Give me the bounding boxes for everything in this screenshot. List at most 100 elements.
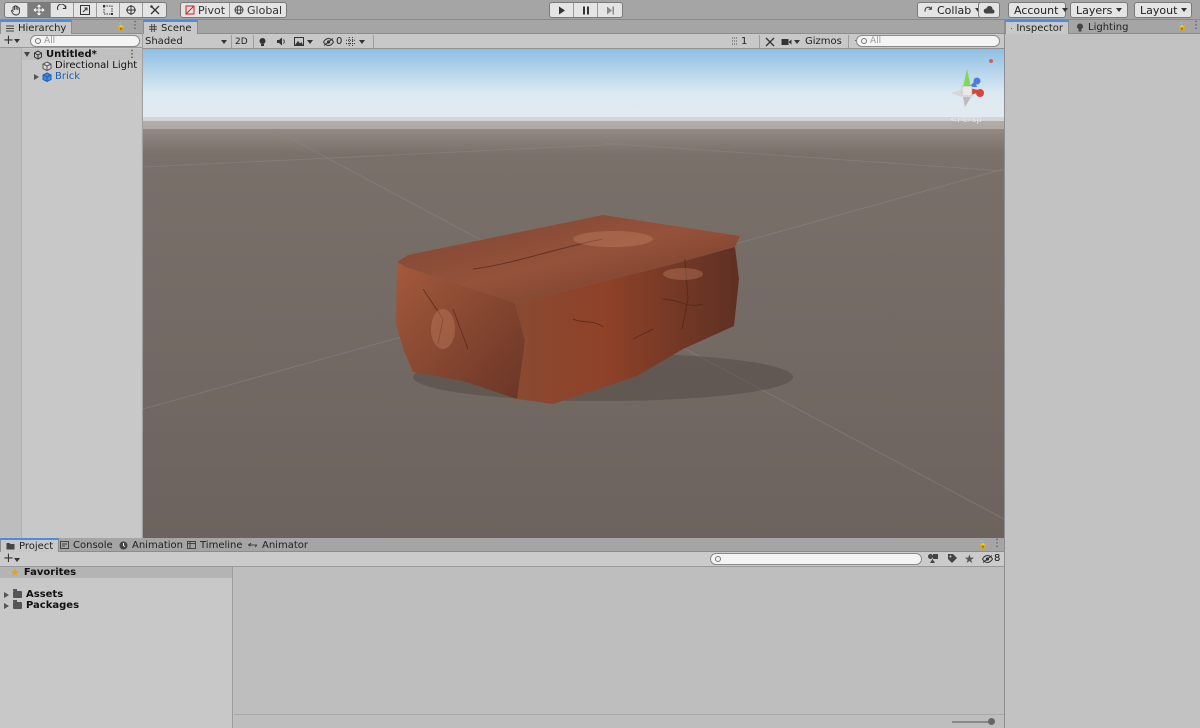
toggle-2d-button[interactable]: 2D	[235, 34, 248, 49]
light-bulb-icon	[259, 37, 266, 46]
scene-menu-icon[interactable]: ⋮	[127, 49, 137, 60]
hand-icon	[11, 5, 20, 16]
favorites-header[interactable]: ★ Favorites	[0, 566, 232, 579]
project-search-input[interactable]	[710, 553, 922, 565]
hierarchy-item-directional-light[interactable]: Directional Light	[42, 60, 137, 71]
video-camera-icon	[781, 38, 792, 45]
tab-inspector[interactable]: Inspector	[1005, 20, 1069, 34]
scene-root-row[interactable]: Untitled* ⋮	[22, 49, 141, 60]
hand-tool-button[interactable]	[5, 3, 28, 17]
audio-toggle[interactable]	[276, 34, 286, 49]
eye-hidden-icon	[323, 37, 334, 46]
hierarchy-item-label: Directional Light	[55, 60, 138, 71]
icon-size-slider[interactable]	[952, 718, 995, 725]
hierarchy-search-input[interactable]: All	[30, 35, 140, 47]
lock-icon[interactable]: 🔒	[116, 22, 126, 31]
rotate-tool-button[interactable]	[51, 3, 74, 17]
tab-animator[interactable]: Animator	[243, 538, 313, 552]
layout-dropdown[interactable]: Layout	[1134, 2, 1192, 18]
expand-arrow-icon[interactable]	[4, 591, 9, 598]
project-asset-area[interactable]	[234, 567, 1004, 728]
tab-animation[interactable]: Animation	[114, 538, 188, 552]
more-menu-icon[interactable]: ⋮	[1191, 20, 1200, 31]
tab-hierarchy-label: Hierarchy	[18, 22, 67, 34]
scene-viewport[interactable]: <Persp	[143, 49, 1004, 538]
info-icon	[1011, 27, 1013, 29]
animation-clock-icon	[119, 541, 128, 549]
wrench-icon	[765, 37, 775, 46]
prefab-cube-icon	[42, 71, 52, 82]
tab-scene-label: Scene	[161, 22, 192, 34]
gizmos-label: Gizmos	[805, 36, 842, 47]
expand-arrow-icon[interactable]	[4, 602, 9, 609]
lighting-toggle[interactable]	[258, 34, 267, 49]
chevron-down-icon[interactable]	[14, 558, 20, 562]
cloud-button[interactable]	[978, 2, 1000, 18]
favorite-star-button[interactable]: ★	[964, 552, 975, 566]
scale-icon	[80, 5, 90, 15]
search-by-type-button[interactable]	[927, 553, 939, 567]
play-button[interactable]	[550, 3, 574, 17]
pivot-toggle[interactable]: Pivot	[181, 3, 231, 17]
search-icon	[715, 556, 721, 562]
rect-tool-button[interactable]	[97, 3, 120, 17]
move-tool-button[interactable]	[28, 3, 51, 17]
scale-tool-button[interactable]	[74, 3, 97, 17]
project-toolbar: + ★ 8	[0, 551, 1004, 567]
custom-tool-button[interactable]	[143, 3, 166, 17]
expand-arrow-icon[interactable]	[24, 52, 30, 57]
gizmo-center-cube	[961, 85, 973, 97]
tab-timeline-label: Timeline	[200, 539, 243, 551]
global-toggle[interactable]: Global	[230, 3, 286, 17]
effects-toggle[interactable]	[294, 34, 313, 49]
account-dropdown[interactable]: Account	[1008, 2, 1069, 18]
layers-dropdown[interactable]: Layers	[1070, 2, 1128, 18]
lock-icon[interactable]: 🔒	[978, 540, 988, 549]
folder-row-packages[interactable]: Packages	[0, 600, 232, 611]
gizmos-dropdown[interactable]: Gizmos	[805, 34, 861, 49]
hierarchy-search-placeholder: All	[44, 36, 56, 46]
hierarchy-item-brick[interactable]: Brick	[34, 71, 80, 82]
pause-button[interactable]	[574, 3, 598, 17]
scene-name: Untitled*	[46, 49, 97, 60]
chevron-down-icon[interactable]	[307, 39, 313, 44]
globe-icon	[234, 5, 244, 15]
camera-count-toggle[interactable]: 1	[731, 34, 747, 49]
tab-hierarchy[interactable]: Hierarchy	[0, 20, 73, 34]
grid-visibility-toggle[interactable]	[346, 34, 365, 49]
add-object-button[interactable]: +	[3, 33, 14, 48]
search-icon	[35, 38, 41, 44]
more-menu-icon[interactable]: ⋮	[130, 20, 140, 31]
step-button[interactable]	[598, 3, 622, 17]
scene-search-input[interactable]: All	[856, 35, 1000, 47]
scene-tabbar: Scene	[143, 20, 1004, 34]
collab-label: Collab	[937, 3, 972, 17]
tab-console[interactable]: Console	[55, 538, 118, 552]
hidden-packages-toggle[interactable]: 8	[982, 553, 1000, 564]
tab-scene[interactable]: Scene	[143, 20, 198, 34]
chevron-down-icon[interactable]	[14, 39, 20, 43]
layers-dots-icon	[732, 37, 738, 44]
lock-icon[interactable]: 🔒	[1177, 22, 1187, 31]
chevron-down-icon	[794, 39, 800, 44]
gameobject-cube-icon	[42, 60, 52, 71]
folder-icon	[13, 600, 22, 609]
transform-gizmo-icon	[126, 5, 136, 15]
collab-dropdown[interactable]: Collab	[917, 2, 988, 18]
shading-mode-dropdown[interactable]: Shaded	[145, 34, 227, 49]
tools-toggle[interactable]	[765, 34, 775, 49]
create-asset-button[interactable]: +	[3, 551, 14, 566]
tab-project[interactable]: Project	[0, 538, 60, 552]
transform-tool-button[interactable]	[120, 3, 143, 17]
expand-arrow-icon[interactable]	[34, 73, 39, 80]
chevron-down-icon[interactable]	[359, 39, 365, 44]
tab-timeline[interactable]: Timeline	[182, 538, 248, 552]
slider-knob[interactable]	[988, 718, 995, 725]
tab-lighting[interactable]: Lighting	[1071, 20, 1133, 34]
more-menu-icon[interactable]: ⋮	[992, 538, 1002, 549]
hidden-objects-toggle[interactable]: 0	[323, 34, 342, 49]
search-by-label-button[interactable]	[947, 553, 958, 567]
camera-settings-dropdown[interactable]	[781, 34, 800, 49]
projection-label[interactable]: <Persp	[950, 115, 982, 125]
folder-row-assets[interactable]: Assets	[0, 589, 232, 600]
